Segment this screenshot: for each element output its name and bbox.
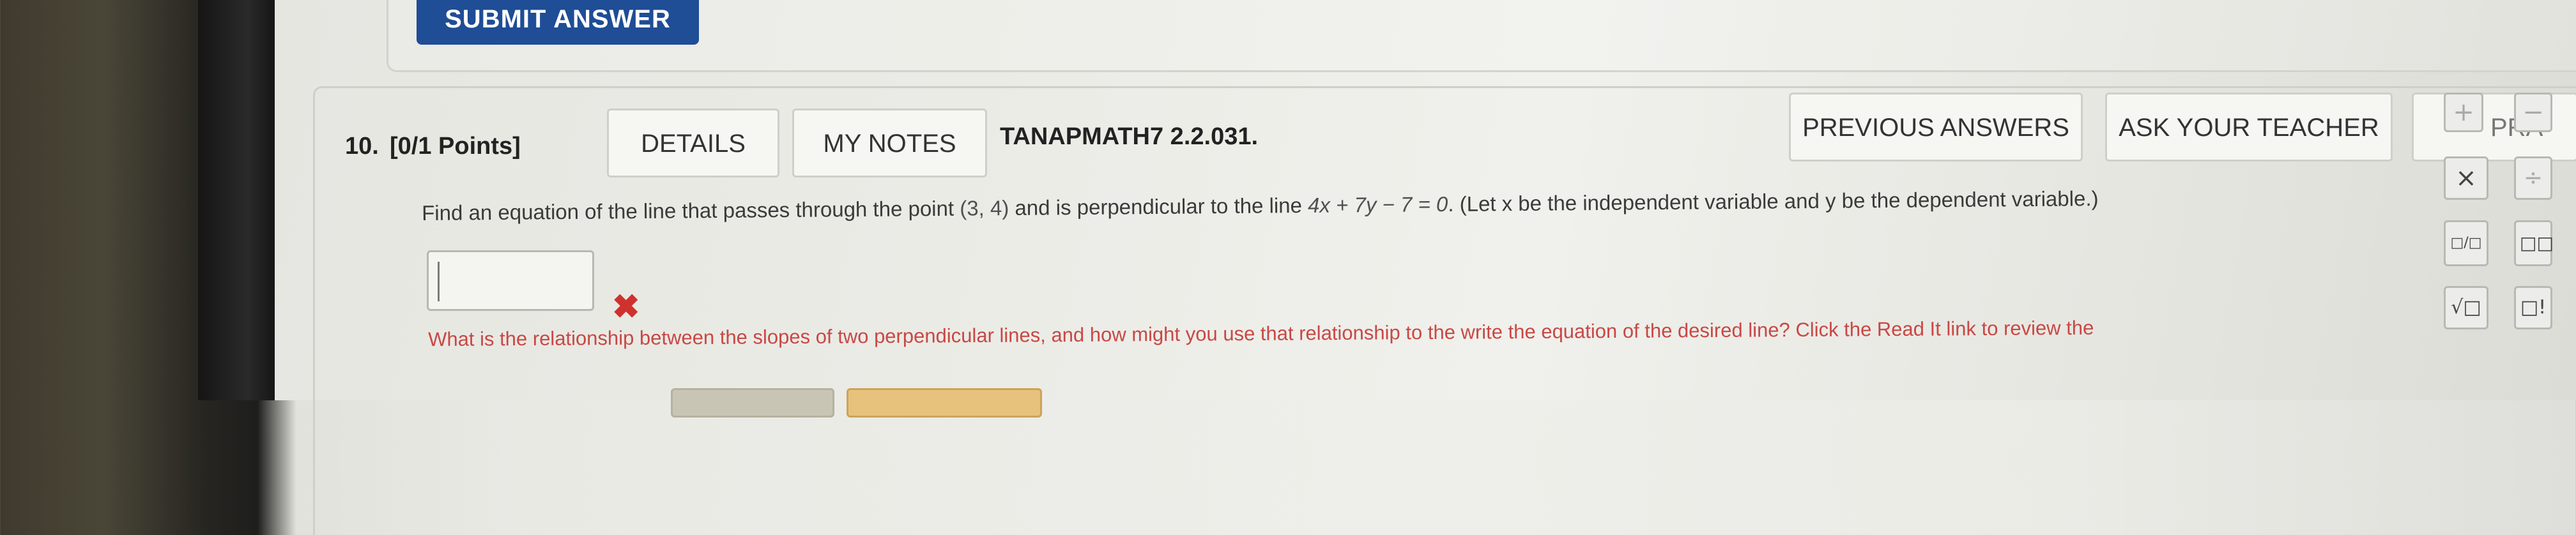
minus-tool-button[interactable]: − xyxy=(2514,93,2552,132)
fraction-tool-button[interactable]: □/□ xyxy=(2444,220,2488,266)
question-points: [0/1 Points] xyxy=(390,133,521,160)
factorial-tool-button[interactable]: □! xyxy=(2514,286,2552,329)
divide-tool-button[interactable]: ÷ xyxy=(2514,156,2552,200)
previous-answers-button[interactable]: PREVIOUS ANSWERS xyxy=(1789,93,2083,162)
details-button[interactable]: DETAILS xyxy=(607,109,779,177)
assignment-page: SUBMIT ANSWER 10. [0/1 Points] DETAILS M… xyxy=(275,0,2576,535)
sqrt-tool-button[interactable]: √□ xyxy=(2444,286,2488,329)
answer-input[interactable] xyxy=(427,250,594,311)
point-value: (3, 4) xyxy=(960,195,1009,220)
submit-answer-button[interactable]: SUBMIT ANSWER xyxy=(417,0,699,45)
bottom-button-right[interactable] xyxy=(847,388,1042,418)
power-tool-button[interactable]: □□ xyxy=(2514,220,2554,266)
previous-question-container xyxy=(387,0,2576,72)
my-notes-button[interactable]: MY NOTES xyxy=(792,109,987,177)
statement-tail-text: . (Let x be the independent variable and… xyxy=(1448,186,2099,216)
plus-tool-button[interactable]: + xyxy=(2444,93,2483,132)
ask-your-teacher-button[interactable]: ASK YOUR TEACHER xyxy=(2105,93,2393,162)
question-number: 10. xyxy=(345,133,379,160)
question-code: TANAPMATH7 2.2.031. xyxy=(1000,123,1259,150)
incorrect-icon: ✖ xyxy=(612,289,640,326)
statement-lead-text: Find an equation of the line that passes… xyxy=(422,196,960,225)
line-equation: 4x + 7y − 7 = 0 xyxy=(1307,192,1448,217)
bottom-button-left[interactable] xyxy=(671,388,834,418)
times-tool-button[interactable]: × xyxy=(2444,156,2488,200)
screen-bezel xyxy=(198,0,281,400)
statement-mid-text: and is perpendicular to the line xyxy=(1009,193,1308,220)
text-caret xyxy=(438,262,440,301)
